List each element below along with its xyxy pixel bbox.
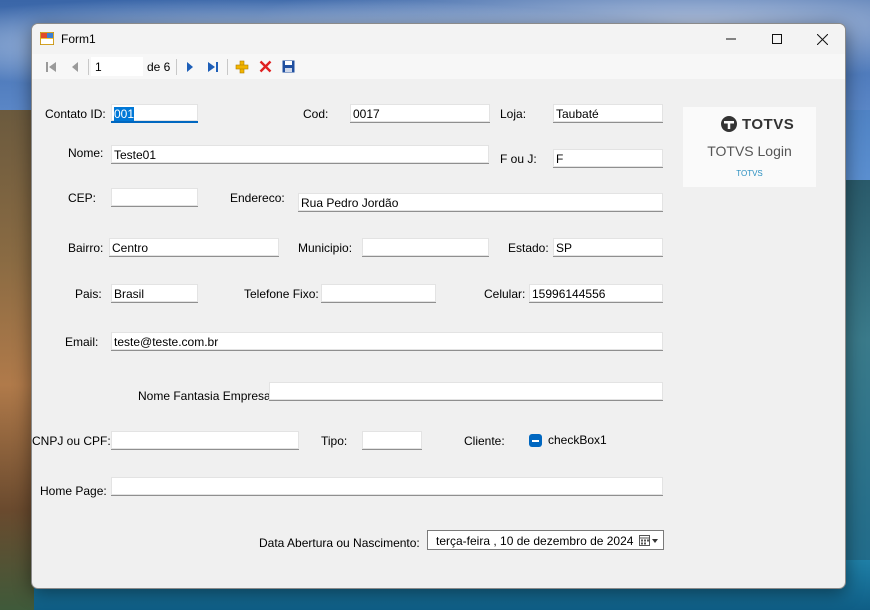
toolbar-separator [176, 59, 177, 75]
minimize-icon [726, 38, 736, 40]
cod-field[interactable]: 0017 [350, 104, 490, 123]
close-button[interactable] [799, 24, 845, 54]
move-last-button[interactable] [203, 57, 223, 76]
telefone-fixo-label: Telefone Fixo: [244, 287, 319, 301]
contato-id-field[interactable]: 001 [111, 104, 198, 123]
municipio-label: Municipio: [298, 241, 353, 255]
celular-label: Celular: [484, 287, 526, 301]
close-icon [816, 33, 828, 45]
totvs-login-panel[interactable]: TOTVS TOTVS Login TOTVS [683, 107, 816, 187]
move-next-icon [187, 61, 193, 72]
data-abertura-label: Data Abertura ou Nascimento: [259, 536, 420, 550]
f-ou-j-field[interactable]: F [553, 149, 663, 168]
nome-field[interactable]: Teste01 [111, 145, 489, 164]
telefone-fixo-field[interactable] [321, 284, 436, 303]
desktop-background-left [0, 110, 34, 610]
cnpj-cpf-field[interactable] [111, 431, 299, 450]
add-icon [235, 60, 249, 73]
move-last-icon [208, 61, 218, 72]
cep-field[interactable] [111, 188, 198, 207]
move-first-button[interactable] [41, 57, 61, 76]
pais-label: Pais: [75, 287, 102, 301]
totvs-logo-icon [721, 116, 737, 132]
home-page-field[interactable] [111, 477, 663, 496]
move-next-button[interactable] [180, 57, 200, 76]
f-ou-j-label: F ou J: [500, 152, 537, 166]
pais-field[interactable]: Brasil [111, 284, 198, 303]
maximize-icon [772, 34, 782, 44]
estado-label: Estado: [508, 241, 549, 255]
indeterminate-icon [532, 439, 539, 442]
cod-label: Cod: [303, 107, 329, 121]
email-label: Email: [65, 335, 99, 349]
save-icon [282, 60, 294, 73]
loja-label: Loja: [500, 107, 527, 121]
cliente-label: Cliente: [464, 434, 505, 448]
tipo-field[interactable] [362, 431, 422, 450]
window-title: Form1 [61, 32, 96, 46]
minimize-button[interactable] [708, 24, 754, 54]
endereco-label: Endereco: [230, 191, 285, 205]
title-bar[interactable]: Form1 [32, 24, 845, 54]
bairro-label: Bairro: [68, 241, 104, 255]
totvs-brand-text: TOTVS [742, 115, 795, 133]
data-abertura-datepicker[interactable]: terça-feira , 10 de dezembro de 2024 [427, 530, 664, 550]
cep-label: CEP: [68, 191, 97, 205]
add-new-button[interactable] [232, 57, 252, 76]
toolbar-separator [227, 59, 228, 75]
app-icon [39, 31, 55, 46]
totvs-logo: TOTVS [720, 115, 794, 133]
contato-id-label: Contato ID: [45, 107, 106, 121]
calendar-icon [639, 535, 658, 546]
move-previous-button[interactable] [65, 57, 85, 76]
delete-button[interactable] [255, 57, 275, 76]
cnpj-cpf-label: CNPJ ou CPF: [32, 434, 111, 448]
celular-field[interactable]: 15996144556 [529, 284, 663, 303]
calendar-dropdown-button[interactable] [639, 534, 659, 547]
municipio-field[interactable] [362, 238, 489, 257]
cliente-checkbox-label[interactable]: checkBox1 [548, 433, 607, 447]
toolbar-separator [88, 59, 89, 75]
desktop-background-right [844, 180, 870, 580]
binding-navigator: de 6 [32, 54, 845, 79]
totvs-small-text: TOTVS [736, 169, 763, 178]
email-field[interactable]: teste@teste.com.br [111, 332, 663, 351]
data-abertura-value: terça-feira , 10 de dezembro de 2024 [436, 534, 634, 548]
form-window: Form1 de 6 [31, 23, 846, 589]
delete-icon [259, 60, 271, 73]
nome-fantasia-field[interactable] [269, 382, 663, 401]
save-button[interactable] [278, 57, 298, 76]
tipo-label: Tipo: [321, 434, 348, 448]
contato-id-value: 001 [114, 107, 135, 121]
maximize-button[interactable] [754, 24, 800, 54]
move-previous-icon [72, 61, 78, 72]
cliente-checkbox[interactable] [529, 434, 542, 447]
totvs-login-title: TOTVS Login [707, 143, 792, 159]
loja-field[interactable]: Taubaté [553, 104, 663, 123]
estado-field[interactable]: SP [553, 238, 663, 257]
move-first-icon [46, 61, 56, 72]
position-input[interactable] [91, 57, 143, 76]
nome-fantasia-label: Nome Fantasia Empresa: [138, 389, 275, 403]
count-label: de 6 [147, 60, 171, 74]
endereco-field[interactable]: Rua Pedro Jordão [298, 193, 663, 212]
home-page-label: Home Page: [40, 484, 107, 498]
bairro-field[interactable]: Centro [109, 238, 279, 257]
nome-label: Nome: [68, 146, 104, 160]
